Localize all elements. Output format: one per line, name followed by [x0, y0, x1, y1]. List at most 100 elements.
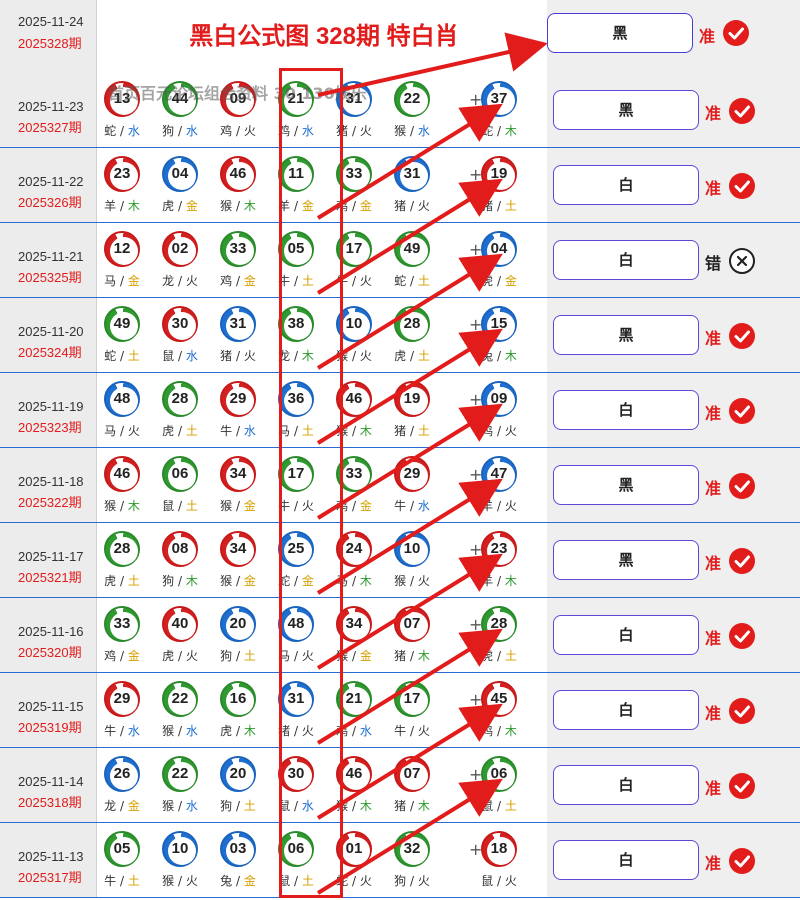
separator: /	[406, 649, 418, 663]
element-label: 水	[417, 499, 430, 513]
plus-sign: +	[469, 765, 483, 784]
result-button[interactable]: 白	[553, 390, 699, 430]
ball-number: 30	[171, 315, 189, 332]
separator: /	[406, 499, 418, 513]
zodiac-element-label: 鼠 / 火	[471, 872, 527, 889]
ball-number: 18	[490, 840, 508, 857]
separator: /	[406, 724, 418, 738]
number-ball: 22	[162, 756, 198, 792]
zodiac-label: 牛	[394, 724, 407, 738]
separator: /	[232, 799, 244, 813]
ball-number: 47	[490, 465, 508, 482]
result-button[interactable]: 白	[553, 165, 699, 205]
ball-number: 20	[229, 765, 247, 782]
separator: /	[232, 724, 244, 738]
element-label: 土	[417, 424, 430, 438]
ball-number: 37	[490, 90, 508, 107]
element-label: 木	[127, 199, 140, 213]
zodiac-label: 猴	[162, 724, 175, 738]
verdict-label: 准	[705, 779, 722, 798]
result-cell: 黑 准	[547, 0, 800, 74]
draw-date: 2025-11-16	[18, 624, 84, 639]
zodiac-element-label: 龙 / 火	[152, 272, 208, 289]
check-icon	[729, 173, 755, 199]
zodiac-label: 羊	[104, 199, 117, 213]
separator: /	[348, 874, 360, 888]
element-label: 火	[417, 724, 430, 738]
element-label: 木	[504, 574, 517, 588]
zodiac-label: 虎	[162, 649, 175, 663]
zodiac-label: 猪	[394, 799, 407, 813]
draw-date: 2025-11-23	[18, 99, 84, 114]
zodiac-label: 猴	[162, 799, 175, 813]
zodiac-label: 龙	[104, 799, 117, 813]
zodiac-element-label: 马 / 火	[94, 422, 150, 439]
element-label: 水	[185, 124, 198, 138]
zodiac-label: 虎	[220, 724, 233, 738]
zodiac-element-label: 猴 / 木	[94, 497, 150, 514]
result-button[interactable]: 黑	[553, 315, 699, 355]
separator: /	[348, 724, 360, 738]
element-label: 木	[504, 124, 517, 138]
result-button[interactable]: 黑	[553, 90, 699, 130]
element-label: 金	[359, 199, 372, 213]
ball-number: 31	[229, 315, 247, 332]
result-button[interactable]: 白	[553, 690, 699, 730]
separator: /	[116, 874, 128, 888]
date-cell: 2025-11-17 2025321期	[0, 523, 97, 597]
result-button[interactable]: 黑	[553, 540, 699, 580]
date-cell: 2025-11-14 2025318期	[0, 748, 97, 822]
element-label: 金	[243, 499, 256, 513]
zodiac-element-label: 虎 / 金	[152, 197, 208, 214]
zodiac-label: 虎	[394, 349, 407, 363]
plus-sign: +	[469, 840, 483, 859]
separator: /	[174, 199, 186, 213]
draw-date: 2025-11-20	[18, 324, 84, 339]
number-ball: 08	[162, 531, 198, 567]
zodiac-element-label: 鸡 / 金	[94, 647, 150, 664]
element-label: 金	[504, 274, 517, 288]
element-label: 水	[185, 724, 198, 738]
zodiac-element-label: 虎 / 土	[384, 347, 440, 364]
check-icon	[729, 323, 755, 349]
separator: /	[348, 274, 360, 288]
element-label: 木	[417, 799, 430, 813]
separator: /	[174, 274, 186, 288]
zodiac-element-label: 猴 / 火	[384, 572, 440, 589]
verdict-label: 准	[705, 854, 722, 873]
zodiac-element-label: 猴 / 木	[210, 197, 266, 214]
ball-number: 10	[403, 540, 421, 557]
number-ball: 46	[104, 456, 140, 492]
result-button[interactable]: 白	[553, 840, 699, 880]
result-button[interactable]: 白	[553, 615, 699, 655]
number-ball: 29	[104, 681, 140, 717]
verdict-label: 准	[699, 27, 716, 46]
element-label: 木	[359, 799, 372, 813]
ball-number: 19	[490, 165, 508, 182]
separator: /	[493, 799, 505, 813]
element-label: 火	[185, 649, 198, 663]
element-label: 金	[127, 649, 140, 663]
separator: /	[493, 274, 505, 288]
element-label: 水	[359, 724, 372, 738]
zodiac-label: 猴	[162, 874, 175, 888]
number-ball: 06	[162, 456, 198, 492]
draw-period: 2025318期	[18, 795, 82, 810]
separator: /	[406, 199, 418, 213]
date-cell: 2025-11-23 2025327期	[0, 73, 97, 147]
element-label: 土	[127, 574, 140, 588]
result-cell: 黑准	[547, 298, 800, 372]
zodiac-element-label: 蛇 / 土	[94, 347, 150, 364]
result-button[interactable]: 白	[553, 765, 699, 805]
separator: /	[406, 799, 418, 813]
zodiac-element-label: 狗 / 木	[152, 572, 208, 589]
ball-number: 49	[403, 240, 421, 257]
zodiac-label: 鼠	[481, 799, 494, 813]
zodiac-element-label: 兔 / 金	[210, 872, 266, 889]
date-cell: 2025-11-24 2025328期	[0, 0, 97, 74]
result-button[interactable]: 黑	[553, 465, 699, 505]
result-button[interactable]: 黑	[547, 13, 693, 53]
ball-number: 07	[403, 765, 421, 782]
ball-number: 22	[171, 690, 189, 707]
result-button[interactable]: 白	[553, 240, 699, 280]
